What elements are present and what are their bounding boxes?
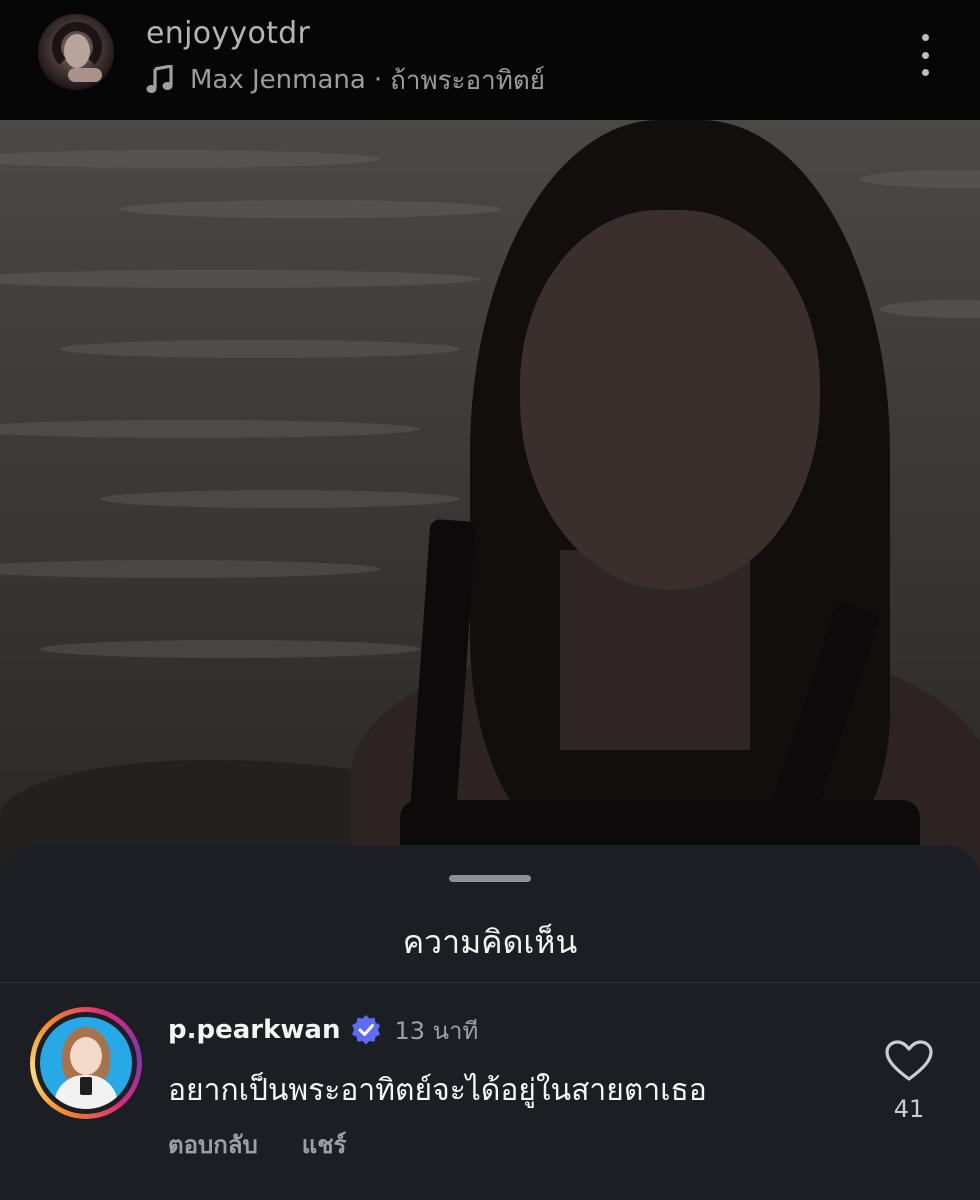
commenter-username[interactable]: p.pearkwan <box>168 1015 340 1045</box>
music-separator: · <box>373 65 383 95</box>
music-song: ถ้าพระอาทิตย์ <box>390 65 545 96</box>
post-header: enjoyyotdr Max Jenmana · ถ้าพระอาทิตย์ <box>0 0 980 120</box>
more-options-button[interactable] <box>910 32 940 78</box>
verified-badge-icon <box>350 1014 382 1046</box>
more-vertical-icon <box>921 34 929 41</box>
like-count: 41 <box>893 1095 925 1123</box>
sheet-drag-handle[interactable] <box>449 875 531 882</box>
like-button[interactable] <box>884 1039 934 1083</box>
divider <box>0 982 980 983</box>
author-username[interactable]: enjoyyotdr <box>146 16 310 51</box>
commenter-avatar[interactable] <box>30 1007 142 1119</box>
comments-sheet: ความคิดเห็น p.pearkwan 13 นาที อยากเป็นพ… <box>0 845 980 1200</box>
music-note-icon <box>146 64 174 95</box>
comment-actions: ตอบกลับ แชร์ <box>168 1125 346 1164</box>
heart-outline-icon <box>885 1040 933 1081</box>
music-info[interactable]: Max Jenmana · ถ้าพระอาทิตย์ <box>146 62 545 98</box>
comment-timestamp: 13 นาที <box>394 1016 479 1045</box>
music-artist: Max Jenmana <box>190 65 366 95</box>
author-avatar[interactable] <box>38 14 114 90</box>
post-photo[interactable] <box>0 120 980 880</box>
comment-header: p.pearkwan 13 นาที <box>168 1012 478 1048</box>
sheet-title: ความคิดเห็น <box>402 923 578 961</box>
reply-button[interactable]: ตอบกลับ <box>168 1125 258 1164</box>
share-button[interactable]: แชร์ <box>302 1125 347 1164</box>
comment-text: อยากเป็นพระอาทิตย์จะได้อยู่ในสายตาเธอ <box>168 1073 707 1108</box>
